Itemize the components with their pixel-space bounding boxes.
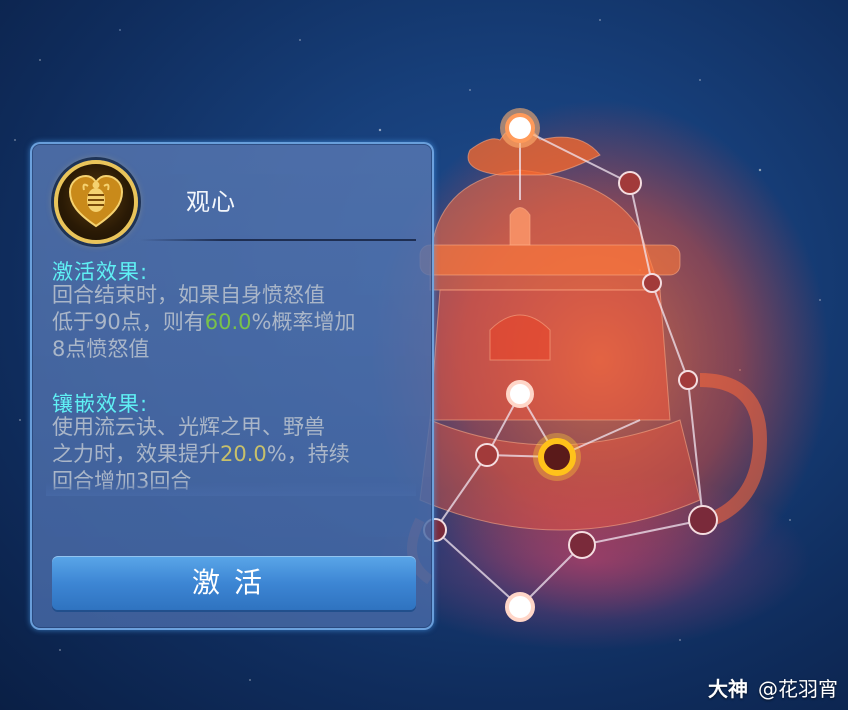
activation-line-3: 8点愤怒值 <box>52 337 150 361</box>
star-node[interactable] <box>568 531 596 559</box>
selected-star-node[interactable] <box>538 438 576 476</box>
star-node-top[interactable] <box>505 113 535 143</box>
inlay-boost-value: 20.0 <box>220 442 267 466</box>
star-node-active[interactable] <box>506 380 534 408</box>
game-scene: 观心 激活效果: 回合结束时，如果自身愤怒值 低于90点，则有60.0%概率增加… <box>0 0 848 710</box>
skill-name: 观心 <box>186 188 236 216</box>
star-node[interactable] <box>475 443 499 467</box>
activation-chance-value: 60.0 <box>204 310 252 334</box>
skill-info-panel: 观心 激活效果: 回合结束时，如果自身愤怒值 低于90点，则有60.0%概率增加… <box>30 142 434 630</box>
star-node[interactable] <box>678 370 698 390</box>
activation-line-2-pre: 低于90点，则有 <box>52 310 205 334</box>
star-node[interactable] <box>688 505 718 535</box>
inlay-line-1: 使用流云诀、光辉之甲、野兽 <box>52 415 325 439</box>
star-node[interactable] <box>642 273 662 293</box>
watermark-brand: 大神 <box>708 677 748 701</box>
inlay-line-2: 之力时，效果提升20.0%，持续 <box>52 441 412 468</box>
inlay-line-2-post: %，持续 <box>266 442 350 466</box>
inlay-line-2-pre: 之力时，效果提升 <box>52 442 220 466</box>
title-divider <box>140 239 416 241</box>
watermark-user: @花羽宵 <box>758 677 838 701</box>
skill-badge <box>54 160 138 244</box>
text-scroll-fade <box>46 482 416 496</box>
activation-line-1: 回合结束时，如果自身愤怒值 <box>52 283 325 307</box>
star-node[interactable] <box>618 171 642 195</box>
activation-effect-text: 回合结束时，如果自身愤怒值 低于90点，则有60.0%概率增加 8点愤怒值 <box>52 282 412 363</box>
heart-bee-emblem-icon <box>68 174 124 228</box>
activate-button[interactable]: 激活 <box>52 556 416 610</box>
watermark: 大神 @花羽宵 <box>708 673 838 702</box>
activation-line-2: 低于90点，则有60.0%概率增加 <box>52 309 412 336</box>
star-node-active[interactable] <box>505 592 535 622</box>
activation-line-2-post: %概率增加 <box>251 310 356 334</box>
